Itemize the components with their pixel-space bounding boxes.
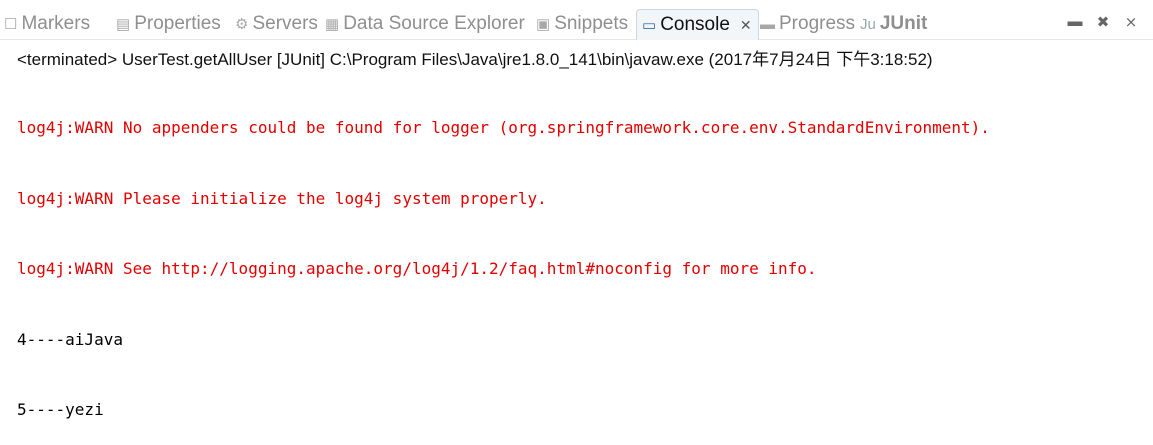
markers-icon: ☐	[4, 15, 18, 33]
tab-markers[interactable]: ☐ Markers	[4, 12, 90, 36]
tab-junit[interactable]: Ju JUnit	[860, 12, 927, 36]
tab-data-source-explorer[interactable]: ▦ Data Source Explorer	[325, 12, 525, 36]
servers-icon: ⚙	[235, 15, 249, 33]
tab-console-label: Console	[660, 14, 730, 35]
console-warn-line: log4j:WARN Please initialize the log4j s…	[17, 188, 547, 208]
console-output-line: 5----yezi	[17, 400, 104, 419]
view-tab-bar: ☐ Markers ▤ Properties ⚙ Servers ▦ Data …	[0, 0, 1153, 40]
view-toolbar: ▬ ✖ ⨯	[1067, 13, 1139, 31]
progress-icon: ▬	[760, 15, 775, 33]
tab-console[interactable]: ▭ Console ✕	[636, 9, 759, 40]
tab-servers[interactable]: ⚙ Servers	[235, 12, 318, 36]
properties-icon: ▤	[116, 15, 131, 33]
console-warn-line: log4j:WARN No appenders could be found f…	[17, 118, 990, 137]
tab-markers-label: Markers	[21, 13, 91, 34]
console-process-status: <terminated> UserTest.getAllUser [JUnit]…	[17, 50, 933, 69]
tab-progress-label: Progress	[779, 13, 856, 34]
console-warn-line: log4j:WARN See http://logging.apache.org…	[17, 259, 817, 278]
console-icon: ▭	[642, 16, 657, 34]
console-output[interactable]: log4j:WARN No appenders could be found f…	[17, 69, 1143, 445]
minimize-icon[interactable]: ▬	[1067, 13, 1083, 31]
tab-servers-label: Servers	[252, 13, 318, 34]
junit-icon: Ju	[860, 15, 876, 33]
tab-data-source-explorer-label: Data Source Explorer	[343, 13, 525, 34]
tab-progress[interactable]: ▬ Progress	[760, 12, 855, 36]
data-source-explorer-icon: ▦	[325, 15, 340, 33]
remove-all-terminated-icon[interactable]: ⨯	[1123, 13, 1139, 31]
console-output-line: 4----aiJava	[17, 329, 123, 349]
tab-snippets[interactable]: ▣ Snippets	[536, 12, 628, 36]
tab-properties-label: Properties	[134, 13, 221, 34]
snippets-icon: ▣	[536, 15, 551, 33]
close-icon[interactable]: ✕	[740, 17, 752, 34]
tab-snippets-label: Snippets	[554, 13, 629, 34]
tab-junit-label: JUnit	[879, 13, 928, 34]
remove-launch-icon[interactable]: ✖	[1095, 13, 1111, 31]
tab-properties[interactable]: ▤ Properties	[116, 12, 221, 36]
